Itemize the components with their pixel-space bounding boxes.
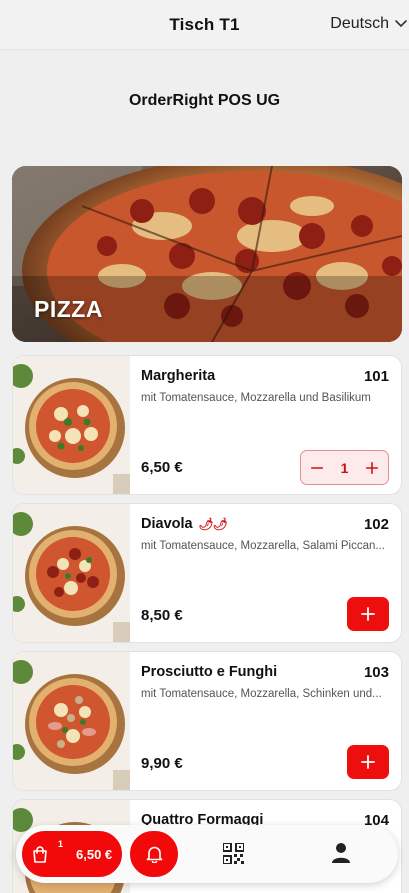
add-to-cart-button[interactable] [347,745,389,779]
category-label: PIZZA [34,296,103,322]
cart-total: 6,50 € [76,847,113,862]
item-name-text: Diavola [141,516,193,532]
quantity-stepper[interactable]: 1 [300,450,389,485]
item-number: 103 [363,664,389,681]
item-name: Diavola 🌶🌶 [141,516,228,532]
pizza-image [13,356,130,494]
bottom-navigation: 1 6,50 € [16,825,398,883]
chevron-down-icon [395,20,407,28]
add-to-cart-button[interactable] [347,597,389,631]
cart-button[interactable]: 1 6,50 € [20,829,124,879]
plus-icon [361,755,375,769]
language-selector[interactable]: Deutsch [330,15,407,33]
item-number: 102 [363,516,389,533]
qr-code-icon[interactable] [223,843,244,864]
chili-pepper-icon: 🌶🌶 [198,517,228,531]
top-bar: Tisch T1 Deutsch [0,0,409,50]
shopping-bag-icon [33,845,47,863]
language-label: Deutsch [330,15,389,32]
item-price: 6,50 € [141,459,183,476]
cart-count-badge: 1 [58,839,64,849]
quantity-value: 1 [340,459,349,476]
menu-item-margherita[interactable]: Margherita 101 mit Tomatensauce, Mozzare… [12,355,402,495]
category-banner-pizza[interactable]: PIZZA [12,166,402,342]
item-price: 8,50 € [141,607,183,624]
item-number: 101 [363,368,389,385]
minus-icon [310,466,324,469]
plus-icon [365,461,379,474]
increment-button[interactable] [362,458,382,478]
pizza-image [13,652,130,790]
item-description: mit Tomatensauce, Mozzarella, Salami Pic… [141,540,385,552]
item-description: mit Tomatensauce, Mozzarella, Schinken u… [141,688,382,700]
restaurant-name: OrderRight POS UG [128,92,281,109]
item-price: 9,90 € [141,755,183,772]
user-icon[interactable] [331,842,351,864]
bell-icon [146,846,162,863]
menu-item-diavola[interactable]: Diavola 🌶🌶 102 mit Tomatensauce, Mozzarel… [12,503,402,643]
plus-icon [361,607,375,621]
pizza-image [13,504,130,642]
decrement-button[interactable] [307,458,327,478]
item-name: Prosciutto e Funghi [141,664,278,680]
menu-item-prosciutto-e-funghi[interactable]: Prosciutto e Funghi 103 mit Tomatensauce… [12,651,402,791]
item-name: Margherita [141,368,216,384]
item-description: mit Tomatensauce, Mozzarella und Basilik… [141,392,371,404]
call-waiter-button[interactable] [128,829,180,879]
